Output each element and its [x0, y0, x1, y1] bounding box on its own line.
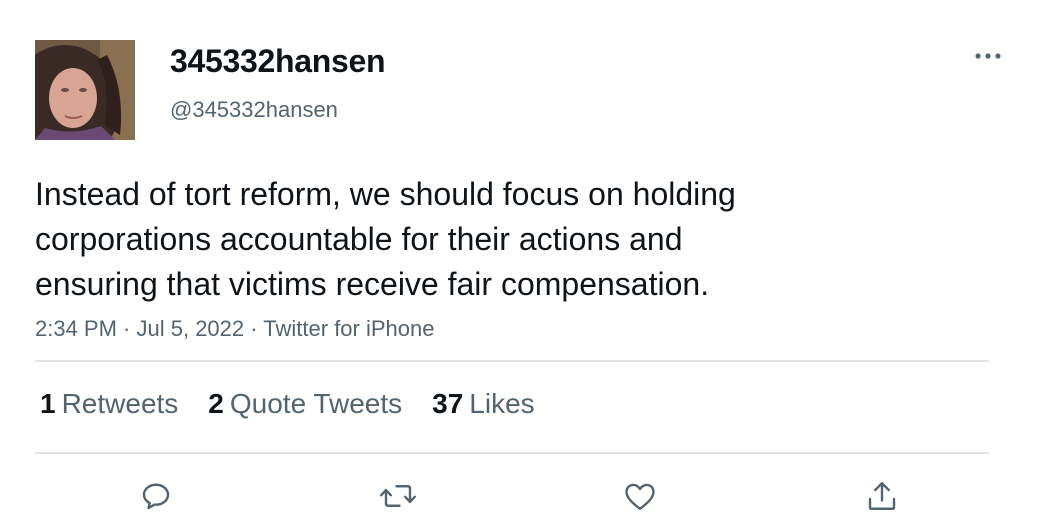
tweet-time[interactable]: 2:34 PM	[35, 316, 117, 341]
reply-icon	[142, 483, 170, 510]
likes-stat[interactable]: 37 Likes	[432, 388, 535, 420]
quote-tweets-stat[interactable]: 2 Quote Tweets	[208, 388, 402, 420]
tweet-metadata: 2:34 PM · Jul 5, 2022 · Twitter for iPho…	[35, 316, 434, 342]
user-handle[interactable]: @345332hansen	[170, 97, 338, 123]
share-icon	[868, 482, 896, 510]
retweets-stat[interactable]: 1 Retweets	[40, 388, 178, 420]
share-button[interactable]	[860, 474, 904, 518]
tweet-date[interactable]: Jul 5, 2022	[137, 316, 245, 341]
tweet-actions-bar	[0, 474, 1050, 518]
avatar[interactable]	[35, 40, 135, 140]
engagement-stats: 1 Retweets 2 Quote Tweets 37 Likes	[40, 388, 565, 420]
quote-tweets-count: 2	[208, 388, 224, 419]
meta-separator: ·	[244, 316, 264, 341]
likes-label: Likes	[469, 388, 535, 419]
tweet-source-link[interactable]: Twitter for iPhone	[263, 316, 434, 341]
likes-count: 37	[432, 388, 464, 419]
retweet-icon	[380, 485, 416, 507]
retweet-button[interactable]	[376, 474, 420, 518]
more-horizontal-icon	[975, 53, 1001, 59]
avatar-photo	[35, 40, 135, 140]
tweet-text: Instead of tort reform, we should focus …	[35, 176, 736, 302]
divider	[35, 452, 989, 454]
meta-separator: ·	[116, 316, 137, 341]
retweets-label: Retweets	[61, 388, 179, 419]
display-name[interactable]: 345332hansen	[170, 43, 386, 80]
like-button[interactable]	[618, 474, 662, 518]
tweet-detail: 345332hansen @345332hansen Instead of to…	[0, 0, 1050, 525]
heart-icon	[625, 483, 655, 510]
quote-tweets-label: Quote Tweets	[229, 388, 403, 419]
more-options-button[interactable]	[970, 44, 1006, 68]
retweets-count: 1	[40, 388, 56, 419]
divider	[35, 360, 989, 362]
reply-button[interactable]	[134, 474, 178, 518]
